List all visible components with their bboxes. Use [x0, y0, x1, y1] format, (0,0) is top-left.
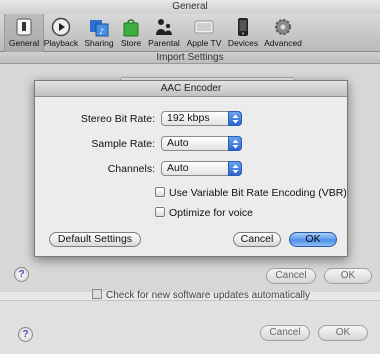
store-bag-icon	[123, 19, 139, 37]
check-updates-checkbox[interactable]	[92, 289, 102, 299]
play-icon	[51, 17, 71, 37]
aac-ok-button[interactable]: OK	[289, 232, 337, 247]
import-cancel-button[interactable]: Cancel	[266, 268, 316, 284]
stereo-bit-rate-value: 192 kbps	[167, 112, 210, 124]
window-title: General	[0, 0, 380, 14]
general-switch-icon	[16, 18, 32, 36]
svg-text:♪: ♪	[99, 27, 104, 36]
sharing-icon: ♪	[90, 20, 109, 37]
vbr-label: Use Variable Bit Rate Encoding (VBR)	[169, 187, 347, 199]
vbr-checkbox-row[interactable]: Use Variable Bit Rate Encoding (VBR)	[155, 187, 347, 199]
ok-button[interactable]: OK	[318, 325, 368, 341]
tab-advanced[interactable]: Advanced	[263, 17, 303, 51]
vbr-checkbox[interactable]	[155, 187, 165, 197]
tab-label: Advanced	[264, 38, 302, 48]
popup-arrows-icon	[228, 111, 242, 126]
channels-popup[interactable]: Auto	[161, 161, 242, 176]
import-ok-button[interactable]: OK	[324, 268, 372, 284]
sample-rate-label: Sample Rate:	[91, 138, 155, 150]
help-button[interactable]: ?	[18, 327, 33, 342]
cancel-button[interactable]: Cancel	[260, 325, 310, 341]
devices-icon	[238, 18, 248, 36]
apple-tv-icon	[194, 20, 214, 34]
gear-icon	[275, 19, 291, 35]
aac-encoder-dialog: AAC Encoder Stereo Bit Rate: 192 kbps Sa…	[34, 80, 348, 257]
preferences-toolbar: General Playback ♪ Sharing Store Parenta…	[0, 14, 380, 52]
popup-arrows-icon	[228, 161, 242, 176]
aac-encoder-title: AAC Encoder	[35, 81, 347, 97]
stereo-bit-rate-label: Stereo Bit Rate:	[80, 113, 155, 125]
aac-cancel-button[interactable]: Cancel	[233, 232, 281, 247]
popup-arrows-icon	[228, 136, 242, 151]
import-settings-title: Import Settings	[0, 52, 380, 64]
channels-value: Auto	[167, 162, 189, 174]
channels-label: Channels:	[107, 163, 155, 175]
sample-rate-value: Auto	[167, 137, 189, 149]
parental-icon	[156, 19, 172, 35]
stereo-bit-rate-popup[interactable]: 192 kbps	[161, 111, 242, 126]
optimize-voice-row[interactable]: Optimize for voice	[155, 207, 253, 219]
sample-rate-popup[interactable]: Auto	[161, 136, 242, 151]
import-help-button[interactable]: ?	[14, 267, 29, 282]
optimize-voice-label: Optimize for voice	[169, 207, 254, 219]
optimize-voice-checkbox[interactable]	[155, 207, 165, 217]
default-settings-button[interactable]: Default Settings	[49, 232, 141, 247]
